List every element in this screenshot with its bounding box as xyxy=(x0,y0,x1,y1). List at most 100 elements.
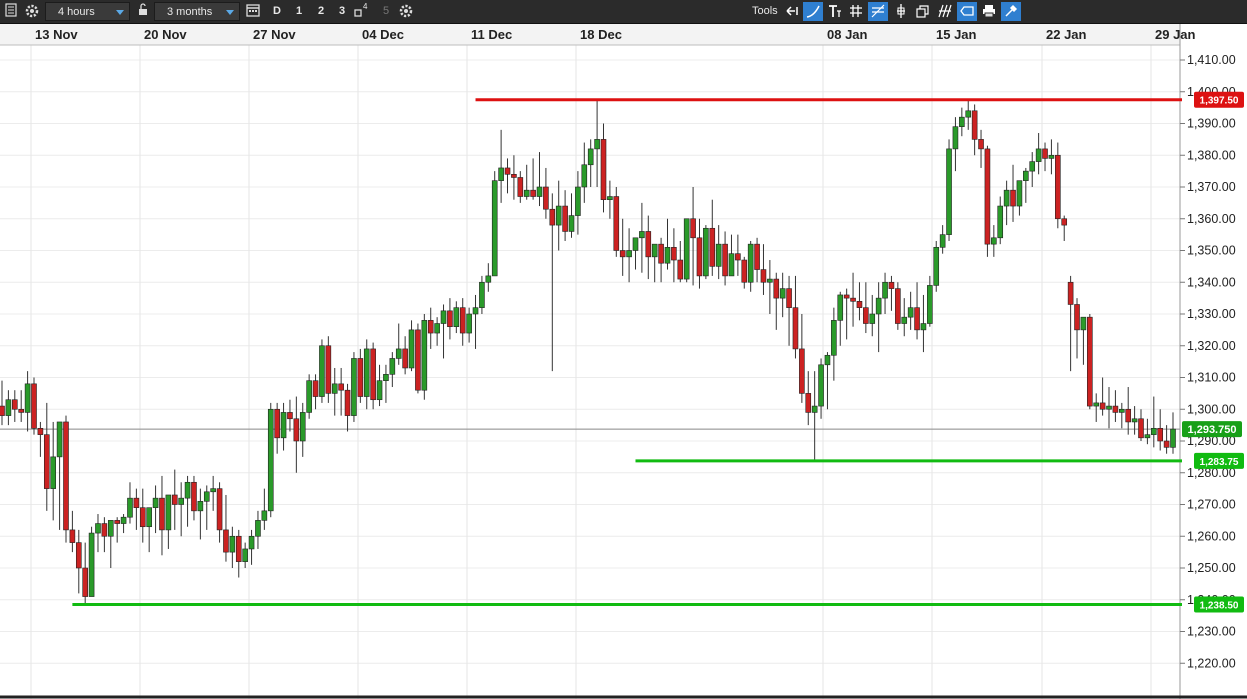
lock-icon[interactable] xyxy=(137,2,151,21)
curve-icon[interactable] xyxy=(803,2,823,21)
candle-body xyxy=(235,535,242,562)
candle-body xyxy=(939,234,946,248)
y-tick-label: 1,410.00 xyxy=(1187,53,1236,67)
calendar-icon[interactable] xyxy=(245,2,263,21)
candle-body xyxy=(555,205,562,226)
candle-body xyxy=(875,297,882,315)
tools-label[interactable]: Tools xyxy=(752,2,782,21)
candle-body xyxy=(248,535,255,550)
candle-body xyxy=(363,348,370,397)
candle-body xyxy=(351,358,357,416)
crosshair-icon[interactable] xyxy=(891,2,911,21)
candle-body xyxy=(965,110,972,118)
candle-body xyxy=(1093,402,1100,407)
candle-body xyxy=(575,186,581,216)
candle-body xyxy=(696,237,703,277)
candle-body xyxy=(146,507,152,528)
candle-body xyxy=(159,497,165,531)
range-select[interactable]: 3 months xyxy=(154,2,240,21)
candle-body xyxy=(18,408,24,413)
two-button[interactable]: 2 xyxy=(311,2,331,21)
candle-body xyxy=(82,567,88,597)
candle-body xyxy=(56,421,63,458)
three-button[interactable]: 3 xyxy=(332,2,352,21)
day-button[interactable]: D xyxy=(267,2,287,21)
candle-body xyxy=(498,167,504,181)
candle-body xyxy=(1003,189,1010,207)
y-tick-label: 1,390.00 xyxy=(1187,117,1236,131)
candle-body xyxy=(402,348,408,369)
y-tick-label: 1,370.00 xyxy=(1187,180,1236,194)
text-icon[interactable] xyxy=(825,2,845,21)
interval-select[interactable]: 4 hours xyxy=(45,2,130,21)
candle xyxy=(946,139,952,241)
candle-body xyxy=(549,208,556,226)
fibonacci-icon[interactable] xyxy=(868,2,888,21)
candle-body xyxy=(1067,281,1074,305)
candle-body xyxy=(741,259,748,283)
menu-icon[interactable] xyxy=(4,2,20,21)
candle-body xyxy=(639,231,645,239)
candle-body xyxy=(1170,428,1176,448)
candle-body xyxy=(511,174,517,178)
candle-body xyxy=(690,218,696,239)
candle-body xyxy=(376,380,383,401)
candle-body xyxy=(504,167,511,175)
candle-body xyxy=(1125,408,1132,423)
settings-tool-icon[interactable] xyxy=(1001,2,1021,21)
candle-body xyxy=(1157,427,1164,442)
candle-body xyxy=(1099,402,1106,410)
shapes-icon[interactable] xyxy=(957,2,977,21)
candle-body xyxy=(5,399,12,416)
candle-body xyxy=(43,434,50,489)
candle-body xyxy=(722,243,728,277)
x-tick-label: 15 Jan xyxy=(936,27,977,42)
gear-icon[interactable] xyxy=(24,2,42,21)
candle xyxy=(370,342,376,410)
y-tick-label: 1,300.00 xyxy=(1187,402,1236,416)
candle-body xyxy=(287,412,293,420)
candle-body xyxy=(267,408,274,512)
arrow-back-icon[interactable] xyxy=(782,2,802,21)
x-tick-label: 13 Nov xyxy=(35,27,78,42)
candle-body xyxy=(805,393,812,413)
candle-body xyxy=(319,345,325,397)
candle-body xyxy=(703,227,709,277)
candle-body xyxy=(299,412,306,442)
pitchfork-icon[interactable] xyxy=(935,2,955,21)
candle-body xyxy=(344,389,351,416)
y-tick-label: 1,220.00 xyxy=(1187,656,1236,670)
candle-body xyxy=(31,383,37,429)
candle-body xyxy=(127,497,133,518)
candle-body xyxy=(491,180,498,277)
grid-icon[interactable] xyxy=(846,2,866,21)
candle-body xyxy=(1055,154,1061,220)
candle-body xyxy=(1087,316,1093,407)
candle-body xyxy=(242,548,248,562)
candle xyxy=(613,187,620,257)
one-button[interactable]: 1 xyxy=(289,2,309,21)
candle-body xyxy=(434,323,440,334)
level-label: 1,238.50 xyxy=(1200,601,1239,612)
current-price-tag: 1,293.750 xyxy=(1182,421,1242,438)
y-tick-label: 1,330.00 xyxy=(1187,307,1236,321)
chart-background xyxy=(0,24,1247,699)
candle-body xyxy=(671,247,677,261)
price-chart[interactable]: 13 Nov 20 Nov 27 Nov 04 Dec 11 Dec 18 Dec 08 J… xyxy=(0,24,1247,699)
candle-body xyxy=(613,196,620,251)
candle-body xyxy=(728,253,735,277)
layers-icon[interactable] xyxy=(913,2,933,21)
window-four-icon[interactable]: 4 xyxy=(353,2,371,21)
print-icon[interactable] xyxy=(979,2,999,21)
chevron-down-icon xyxy=(116,10,124,15)
candle xyxy=(491,171,498,277)
x-tick-label: 20 Nov xyxy=(144,27,187,42)
candle-body xyxy=(1144,434,1151,439)
candle-body xyxy=(101,523,108,537)
settings-icon[interactable] xyxy=(398,2,416,21)
candle-body xyxy=(223,529,229,553)
candle-body xyxy=(1112,405,1119,413)
chart-toolbar: 4 hours 3 months D 1 2 3 4 5 Tools xyxy=(0,0,1247,24)
candle-body xyxy=(479,281,485,308)
candle xyxy=(325,336,332,403)
